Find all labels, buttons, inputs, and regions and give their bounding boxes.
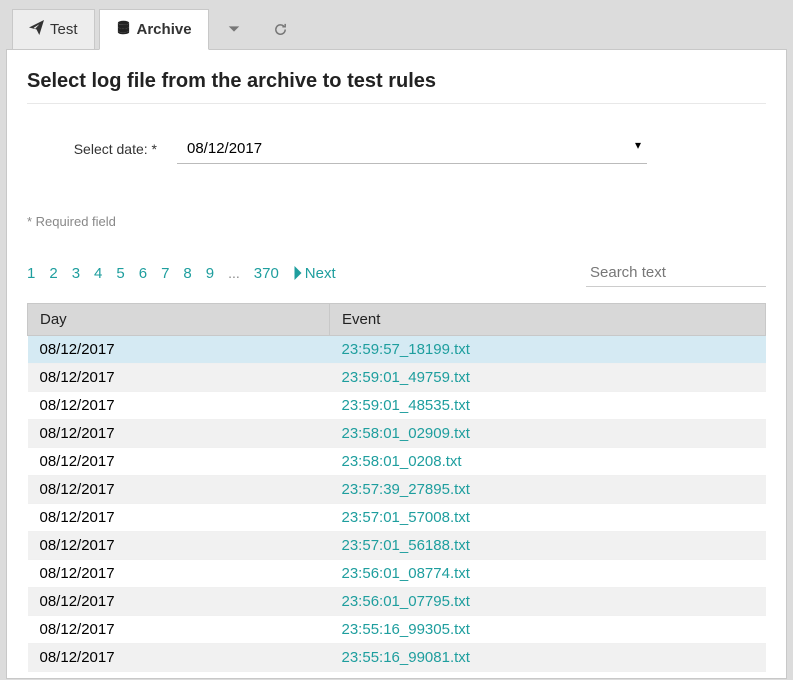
content-panel: Select log file from the archive to test… xyxy=(6,49,787,679)
cell-event: 23:57:01_56188.txt xyxy=(330,532,766,560)
cell-day: 08/12/2017 xyxy=(28,672,330,680)
table-row[interactable]: 08/12/2017 23:56:01_08774.txt xyxy=(28,560,766,588)
page-ellipsis: ... xyxy=(228,265,240,281)
cell-event: 23:57:01_57008.txt xyxy=(330,504,766,532)
table-row[interactable]: 08/12/2017 23:55:16_98142.txt xyxy=(28,672,766,680)
cell-event: 23:59:01_49759.txt xyxy=(330,364,766,392)
cell-event: 23:59:01_48535.txt xyxy=(330,392,766,420)
table-row[interactable]: 08/12/2017 23:58:01_0208.txt xyxy=(28,448,766,476)
page-link-5[interactable]: 5 xyxy=(116,265,124,282)
page-link-7[interactable]: 7 xyxy=(161,265,169,282)
tab-toolbar: Test Archive xyxy=(0,0,793,50)
column-day[interactable]: Day xyxy=(28,304,330,336)
pagination: 123456789... 370 Next xyxy=(27,265,336,282)
cell-event: 23:58:01_02909.txt xyxy=(330,420,766,448)
table-row[interactable]: 08/12/2017 23:59:01_48535.txt xyxy=(28,392,766,420)
event-link[interactable]: 23:57:39_27895.txt xyxy=(342,481,470,498)
column-event[interactable]: Event xyxy=(330,304,766,336)
refresh-icon[interactable] xyxy=(259,14,302,45)
event-link[interactable]: 23:58:01_0208.txt xyxy=(342,453,462,470)
table-row[interactable]: 08/12/2017 23:57:39_27895.txt xyxy=(28,476,766,504)
table-row[interactable]: 08/12/2017 23:55:16_99081.txt xyxy=(28,644,766,672)
tab-test-label: Test xyxy=(50,21,78,38)
pager-row: 123456789... 370 Next xyxy=(27,259,766,287)
tab-test[interactable]: Test xyxy=(12,9,95,50)
event-link[interactable]: 23:56:01_08774.txt xyxy=(342,565,470,582)
page-link-6[interactable]: 6 xyxy=(139,265,147,282)
event-link[interactable]: 23:56:01_07795.txt xyxy=(342,593,470,610)
page-next[interactable]: Next xyxy=(293,265,336,282)
page-link-last[interactable]: 370 xyxy=(254,265,279,282)
search-input[interactable] xyxy=(586,259,766,287)
cell-event: 23:58:01_0208.txt xyxy=(330,448,766,476)
page-link-9[interactable]: 9 xyxy=(206,265,214,282)
cell-day: 08/12/2017 xyxy=(28,588,330,616)
cell-day: 08/12/2017 xyxy=(28,616,330,644)
log-table: Day Event 08/12/201723:59:57_18199.txt08… xyxy=(27,303,766,679)
event-link[interactable]: 23:55:16_98142.txt xyxy=(342,677,470,679)
cell-day: 08/12/2017 xyxy=(28,336,330,364)
page-link-3[interactable]: 3 xyxy=(72,265,80,282)
cell-day: 08/12/2017 xyxy=(28,476,330,504)
date-row: Select date: * 08/12/2017 xyxy=(27,134,766,164)
event-link[interactable]: 23:58:01_02909.txt xyxy=(342,425,470,442)
event-link[interactable]: 23:59:01_49759.txt xyxy=(342,369,470,386)
cell-day: 08/12/2017 xyxy=(28,532,330,560)
cell-day: 08/12/2017 xyxy=(28,644,330,672)
event-link[interactable]: 23:55:16_99305.txt xyxy=(342,621,470,638)
cell-day: 08/12/2017 xyxy=(28,504,330,532)
cell-event: 23:55:16_98142.txt xyxy=(330,672,766,680)
table-row[interactable]: 08/12/2017 23:58:01_02909.txt xyxy=(28,420,766,448)
database-icon xyxy=(116,20,131,39)
chevron-down-icon[interactable] xyxy=(213,14,255,44)
cell-event: 23:55:16_99305.txt xyxy=(330,616,766,644)
table-row[interactable]: 08/12/2017 23:57:01_57008.txt xyxy=(28,504,766,532)
event-link[interactable]: 23:57:01_56188.txt xyxy=(342,537,470,554)
page-title: Select log file from the archive to test… xyxy=(27,70,766,104)
tab-archive-label: Archive xyxy=(137,21,192,38)
cell-day: 08/12/2017 xyxy=(28,560,330,588)
date-select[interactable]: 08/12/2017 xyxy=(177,134,647,164)
page-link-8[interactable]: 8 xyxy=(183,265,191,282)
select-date-label: Select date: * xyxy=(27,141,177,157)
date-select-wrap: 08/12/2017 xyxy=(177,134,647,164)
cell-event: 23:56:01_08774.txt xyxy=(330,560,766,588)
cell-event: 23:56:01_07795.txt xyxy=(330,588,766,616)
cell-event: 23:55:16_99081.txt xyxy=(330,644,766,672)
page-link-2[interactable]: 2 xyxy=(49,265,57,282)
cell-event: 23:57:39_27895.txt xyxy=(330,476,766,504)
event-link[interactable]: 23:59:01_48535.txt xyxy=(342,397,470,414)
event-link[interactable]: 23:59:57_18199.txt xyxy=(342,341,470,358)
table-row[interactable]: 08/12/2017 23:56:01_07795.txt xyxy=(28,588,766,616)
page-link-1[interactable]: 1 xyxy=(27,265,35,282)
cell-day: 08/12/2017 xyxy=(28,420,330,448)
cell-event: 23:59:57_18199.txt xyxy=(330,336,766,364)
cell-day: 08/12/2017 xyxy=(28,364,330,392)
cell-day: 08/12/2017 xyxy=(28,392,330,420)
event-link[interactable]: 23:57:01_57008.txt xyxy=(342,509,470,526)
paper-plane-icon xyxy=(29,20,44,39)
page-link-4[interactable]: 4 xyxy=(94,265,102,282)
table-row[interactable]: 08/12/2017 23:59:01_49759.txt xyxy=(28,364,766,392)
table-row[interactable]: 08/12/2017 23:57:01_56188.txt xyxy=(28,532,766,560)
required-note: * Required field xyxy=(27,214,766,229)
tab-archive[interactable]: Archive xyxy=(99,9,209,50)
table-row[interactable]: 08/12/2017 23:55:16_99305.txt xyxy=(28,616,766,644)
cell-day: 08/12/2017 xyxy=(28,448,330,476)
event-link[interactable]: 23:55:16_99081.txt xyxy=(342,649,470,666)
table-row[interactable]: 08/12/2017 23:59:57_18199.txt xyxy=(28,336,766,364)
